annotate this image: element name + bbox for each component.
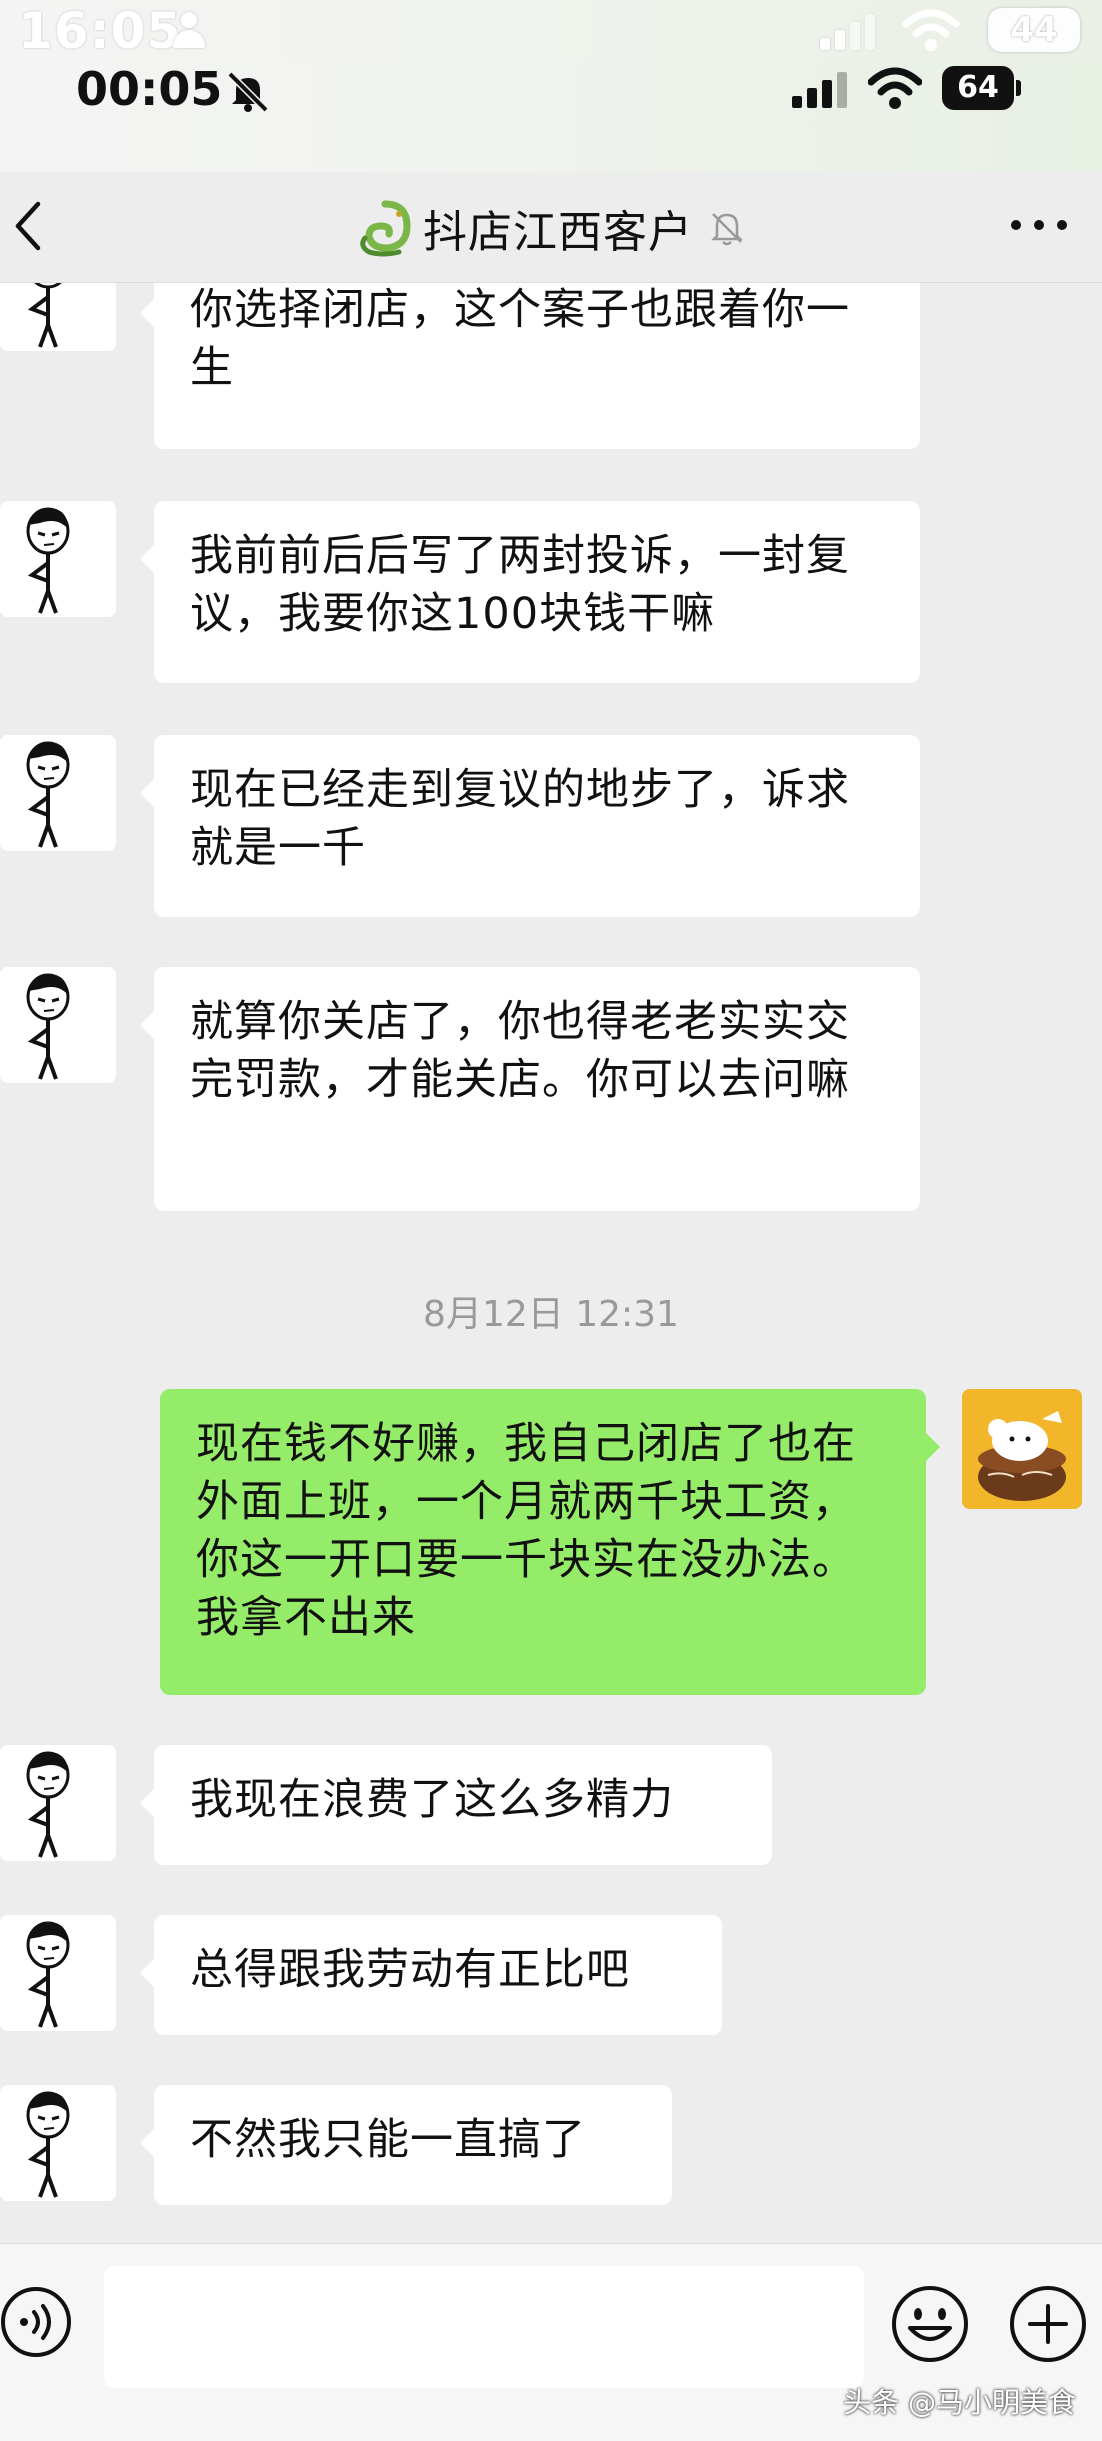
outer-clock: 16:05	[18, 2, 183, 60]
clock: 00:05	[76, 62, 223, 116]
chat-title: 抖店江西客户	[423, 207, 693, 258]
contact-avatar[interactable]	[0, 967, 116, 1083]
input-bar: 头条 @马小明美食	[0, 2243, 1102, 2441]
message-bubble[interactable]: 你选择闭店，这个案子也跟着你一生	[154, 283, 920, 449]
stick-figure-avatar-icon	[0, 967, 116, 1083]
message-bubble[interactable]: 不然我只能一直搞了	[154, 2085, 672, 2205]
cartoon-pot-avatar-icon	[962, 1389, 1082, 1509]
bubble-tail	[140, 2129, 154, 2157]
contact-avatar[interactable]	[0, 735, 116, 851]
message-bubble[interactable]: 总得跟我劳动有正比吧	[154, 1915, 722, 2035]
self-avatar[interactable]	[962, 1389, 1082, 1509]
person-icon	[172, 12, 206, 48]
chat-title-area: 抖店江西客户	[0, 196, 1102, 258]
battery-tip	[1016, 80, 1021, 96]
signal-icon	[820, 14, 876, 50]
plus-icon[interactable]	[1008, 2284, 1088, 2364]
contact-avatar[interactable]	[0, 283, 116, 351]
bubble-tail	[140, 1959, 154, 1987]
message-bubble[interactable]: 我前前后后写了两封投诉，一封复议，我要你这100块钱干嘛	[154, 501, 920, 683]
stick-figure-avatar-icon	[0, 735, 116, 851]
bubble-tail	[140, 1011, 154, 1039]
contact-avatar[interactable]	[0, 1915, 116, 2031]
bell-off-icon	[227, 71, 269, 113]
battery-indicator: 64	[942, 66, 1014, 110]
bubble-tail	[140, 545, 154, 573]
bell-off-icon	[710, 213, 744, 246]
stick-figure-avatar-icon	[0, 1915, 116, 2031]
contact-avatar[interactable]	[0, 1745, 116, 1861]
wifi-icon	[902, 9, 960, 51]
more-dots-icon[interactable]	[1004, 210, 1074, 240]
bubble-tail	[140, 299, 154, 327]
message-bubble[interactable]: 我现在浪费了这么多精力	[154, 1745, 772, 1865]
bubble-tail	[926, 1433, 940, 1461]
outer-battery-indicator: 44	[988, 8, 1080, 52]
outer-status-bar: 16:05 44	[0, 0, 1102, 62]
stick-figure-avatar-icon	[0, 501, 116, 617]
message-bubble-self[interactable]: 现在钱不好赚，我自己闭店了也在外面上班，一个月就两千块工资，你这一开口要一千块实…	[160, 1389, 926, 1695]
emoji-icon[interactable]	[890, 2284, 970, 2364]
dragon-logo-icon	[360, 200, 411, 257]
chat-timestamp: 8月12日 12:31	[423, 1294, 679, 1335]
contact-avatar[interactable]	[0, 501, 116, 617]
bubble-tail	[140, 1789, 154, 1817]
stick-figure-avatar-icon	[0, 2085, 116, 2201]
chat-header: 抖店江西客户	[0, 172, 1102, 283]
signal-icon	[792, 72, 848, 108]
stick-figure-avatar-icon	[0, 1745, 116, 1861]
wifi-icon	[868, 67, 922, 109]
contact-avatar[interactable]	[0, 2085, 116, 2201]
bubble-tail	[140, 779, 154, 807]
voice-icon[interactable]	[0, 2286, 72, 2358]
message-bubble[interactable]: 现在已经走到复议的地步了，诉求就是一千	[154, 735, 920, 917]
message-input[interactable]	[104, 2266, 864, 2388]
status-bar: 00:05 64	[0, 62, 1102, 172]
message-list[interactable]: 你选择闭店，这个案子也跟着你一生 我前前后后写了两封投诉，一封复议，我要你这10…	[0, 283, 1102, 2243]
watermark: 头条 @马小明美食	[843, 2386, 1076, 2419]
message-bubble[interactable]: 就算你关店了，你也得老老实实交完罚款，才能关店。你可以去问嘛	[154, 967, 920, 1211]
stick-figure-avatar-icon	[0, 283, 116, 351]
